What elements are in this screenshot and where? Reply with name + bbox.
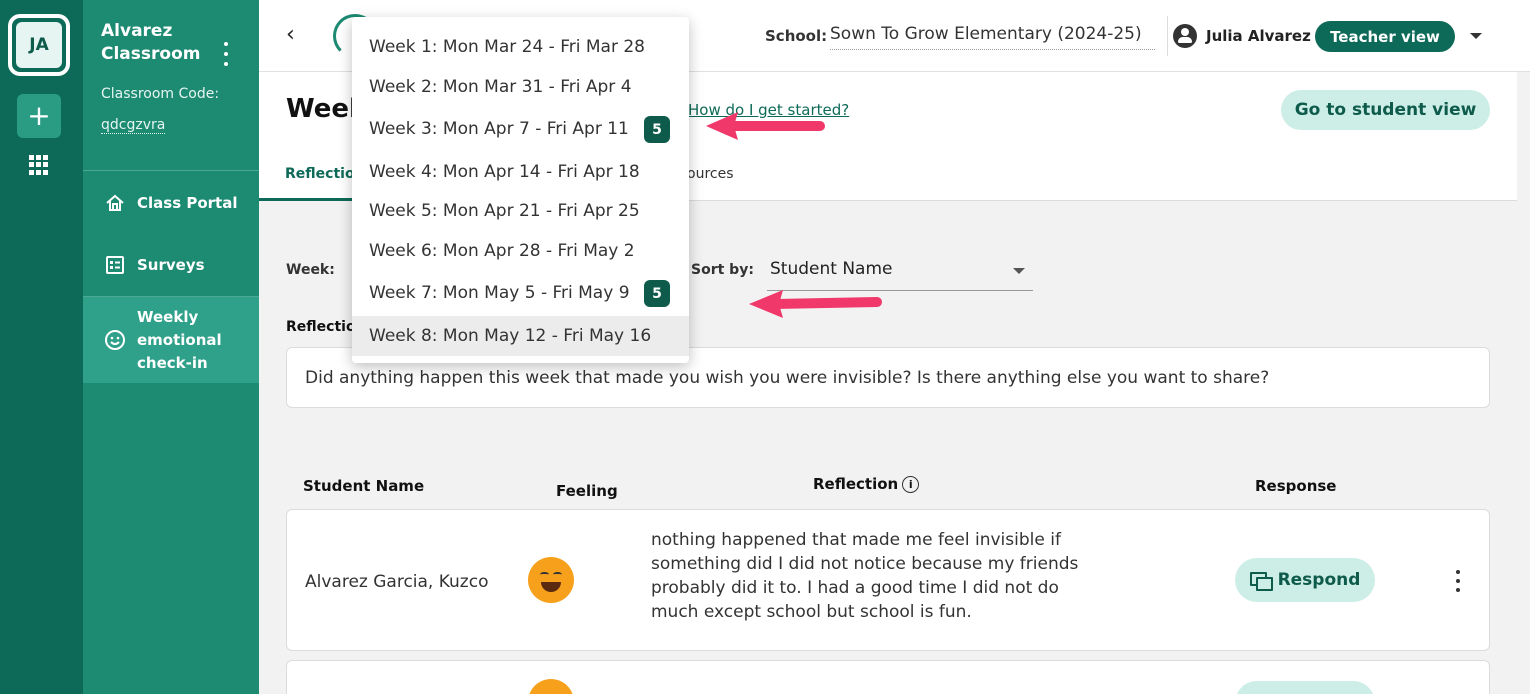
table-row bbox=[286, 660, 1490, 694]
respond-button[interactable]: Respond bbox=[1235, 558, 1375, 602]
add-classroom-button[interactable]: + bbox=[17, 94, 61, 138]
back-chevron-icon[interactable]: ‹ bbox=[286, 22, 295, 47]
column-header-label: Reflection bbox=[813, 475, 899, 493]
column-header-reflection: Reflection i bbox=[813, 475, 920, 493]
apps-grid-icon[interactable] bbox=[29, 155, 49, 175]
count-badge: 5 bbox=[644, 280, 670, 307]
sort-label: Sort by: bbox=[691, 262, 754, 278]
sidebar-item-label: Class Portal bbox=[137, 194, 238, 212]
sidebar-item-weekly-checkin[interactable]: Weekly emotional check-in bbox=[83, 297, 259, 383]
smiley-icon bbox=[104, 329, 126, 351]
table-row: Alvarez Garcia, Kuzco nothing happened t… bbox=[286, 509, 1490, 651]
count-badge: 5 bbox=[644, 116, 670, 143]
week-option[interactable]: Week 7: Mon May 5 - Fri May 9 5 bbox=[352, 273, 689, 313]
week-option-label: Week 7: Mon May 5 - Fri May 9 bbox=[369, 283, 630, 303]
user-account-icon bbox=[1173, 24, 1197, 48]
tab-resources[interactable]: ources bbox=[687, 166, 734, 182]
sort-select-value: Student Name bbox=[770, 259, 893, 279]
row-menu-icon[interactable] bbox=[1455, 570, 1461, 592]
column-header-student[interactable]: Student Name bbox=[303, 477, 424, 495]
user-menu-caret-icon[interactable] bbox=[1470, 33, 1482, 39]
active-tab-indicator bbox=[259, 198, 359, 201]
home-icon bbox=[104, 192, 126, 214]
sidebar-item-class-portal[interactable]: Class Portal bbox=[83, 183, 259, 223]
annotation-arrow-icon bbox=[706, 112, 825, 140]
week-label: Week: bbox=[286, 262, 335, 278]
sidebar-item-label: Weekly emotional check-in bbox=[137, 307, 222, 372]
classroom-code-label: Classroom Code: bbox=[101, 86, 220, 102]
classroom-avatar[interactable]: JA bbox=[8, 14, 70, 76]
reflection-label: Reflectio bbox=[286, 319, 356, 335]
week-option[interactable]: Week 2: Mon Mar 31 - Fri Apr 4 bbox=[352, 67, 689, 107]
avatar-initials: JA bbox=[16, 22, 62, 68]
respond-label: Respond bbox=[1277, 570, 1361, 590]
teacher-view-badge: Teacher view bbox=[1315, 21, 1455, 52]
happy-face-icon bbox=[528, 557, 574, 603]
topbar-divider bbox=[1167, 16, 1168, 56]
annotation-arrow-icon bbox=[749, 290, 882, 318]
classroom-name: Alvarez Classroom bbox=[101, 21, 201, 64]
sidebar: Alvarez Classroom Classroom Code: qdcgzv… bbox=[83, 0, 259, 694]
respond-button[interactable] bbox=[1235, 681, 1375, 694]
face-icon bbox=[528, 679, 574, 694]
app-rail: JA + bbox=[0, 0, 83, 694]
column-header-feeling[interactable]: Feeling bbox=[556, 482, 618, 500]
week-option[interactable]: Week 4: Mon Apr 14 - Fri Apr 18 bbox=[352, 152, 689, 192]
go-to-student-view-button[interactable]: Go to student view bbox=[1281, 90, 1490, 130]
sidebar-divider bbox=[83, 170, 259, 171]
school-label: School: bbox=[765, 27, 828, 45]
list-icon bbox=[104, 254, 126, 276]
school-selector[interactable]: Sown To Grow Elementary (2024-25) bbox=[830, 24, 1155, 50]
classroom-menu-icon[interactable] bbox=[219, 42, 233, 66]
user-name: Julia Alvarez bbox=[1206, 27, 1311, 45]
chat-icon bbox=[1249, 572, 1273, 591]
week-option[interactable]: Week 1: Mon Mar 24 - Fri Mar 28 bbox=[352, 27, 689, 67]
week-dropdown-menu: Week 1: Mon Mar 24 - Fri Mar 28 Week 2: … bbox=[352, 17, 689, 363]
tab-reflection[interactable]: Reflectio bbox=[285, 166, 355, 182]
sidebar-item-surveys[interactable]: Surveys bbox=[83, 245, 259, 285]
week-option[interactable]: Week 6: Mon Apr 28 - Fri May 2 bbox=[352, 231, 689, 271]
chevron-down-icon bbox=[1013, 268, 1025, 274]
column-header-response: Response bbox=[1255, 477, 1337, 495]
sidebar-item-label: Surveys bbox=[137, 256, 205, 274]
week-option[interactable]: Week 3: Mon Apr 7 - Fri Apr 11 5 bbox=[352, 109, 689, 149]
student-name: Alvarez Garcia, Kuzco bbox=[305, 572, 489, 592]
info-icon[interactable]: i bbox=[902, 476, 920, 493]
week-option[interactable]: Week 5: Mon Apr 21 - Fri Apr 25 bbox=[352, 191, 689, 231]
student-reflection: nothing happened that made me feel invis… bbox=[651, 530, 1079, 622]
week-option-label: Week 3: Mon Apr 7 - Fri Apr 11 bbox=[369, 119, 629, 139]
week-option[interactable]: Week 8: Mon May 12 - Fri May 16 bbox=[352, 316, 689, 356]
classroom-code[interactable]: qdcgzvra bbox=[101, 117, 166, 134]
